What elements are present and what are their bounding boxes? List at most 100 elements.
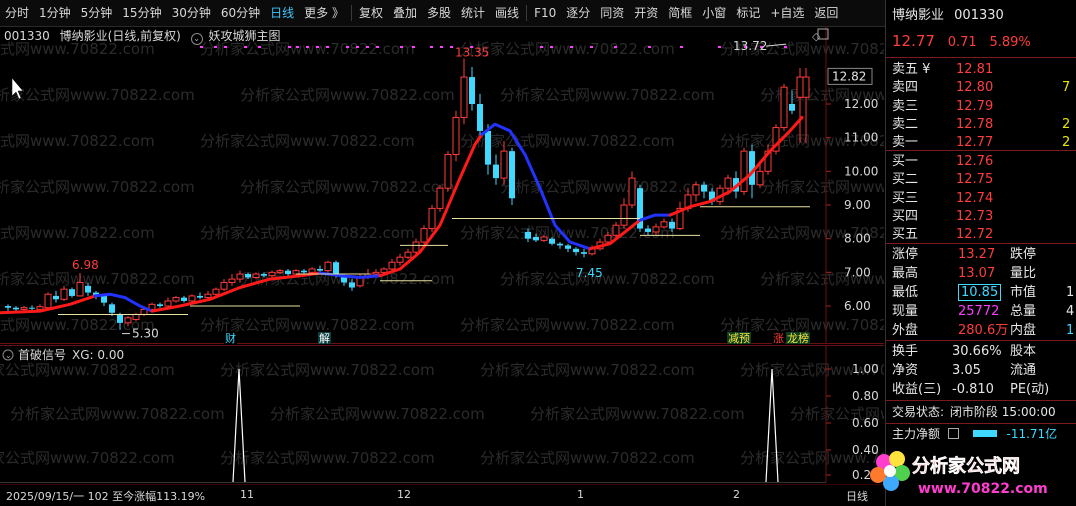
svg-text:分析家公式网www.70822.com: 分析家公式网www.70822.com (200, 224, 415, 242)
ask-label: 卖五 ¥ (892, 62, 931, 77)
price-tick: 9.00 (844, 198, 871, 212)
finance-row-2: 收益(三) -0.810 PE(动) (886, 380, 1076, 399)
watermark-main: 分析家公式网www.70822.com 分析家公式网www.70822.com 分析… (0, 40, 884, 334)
bid-label: 买四 (892, 208, 919, 224)
svg-text:分析家公式网www.70822.com: 分析家公式网www.70822.com (200, 40, 415, 58)
toolbar-item-2[interactable]: 5分钟 (76, 0, 118, 26)
svg-text:分析家公式网www.70822.com: 分析家公式网www.70822.com (0, 449, 175, 467)
toolbar-item-0[interactable]: 分时 (0, 0, 34, 26)
stat-value: 10.85 (958, 284, 1002, 301)
price-tick: 10.00 (844, 164, 878, 178)
svg-text:分析家公式网www.70822.com: 分析家公式网www.70822.com (240, 86, 455, 104)
event-tag-jie[interactable]: 解 (319, 331, 330, 344)
svg-text:分析家公式网www.70822.com: 分析家公式网www.70822.com (460, 316, 675, 334)
site-logo: 分析家公式网 www.70822.com (870, 451, 1048, 497)
event-tag-jianchi[interactable]: 减预 (728, 332, 750, 344)
month-1: 1 (577, 488, 584, 501)
toolbar-item-19[interactable]: 标记 (731, 0, 765, 26)
bid-row-5[interactable]: 买五 12.72 (886, 225, 1076, 244)
ask-label: 卖四 (892, 80, 919, 96)
toolbar-item-11[interactable]: 统计 (456, 0, 490, 26)
event-tag-zhang[interactable]: 涨 (773, 332, 784, 344)
toolbar-item-8[interactable]: 复权 (354, 0, 388, 26)
svg-text:分析家公式网www.70822.com: 分析家公式网www.70822.com (270, 405, 485, 423)
diamond-icon[interactable]: ◇ (812, 30, 821, 43)
time-axis-info: 2025/09/15/一 102 至今涨幅113.19% (6, 490, 206, 503)
toolbar-item-9[interactable]: 叠加 (388, 0, 422, 26)
svg-text:分析家公式网www.70822.com: 分析家公式网www.70822.com (760, 178, 884, 196)
subchart-title[interactable]: 首破信号 (18, 347, 66, 362)
bid-row-4[interactable]: 买四 12.73 (886, 207, 1076, 226)
list-icon[interactable] (947, 428, 959, 439)
price-tick: 8.00 (844, 232, 871, 246)
subchart-tick: 0.60 (852, 416, 879, 430)
event-tag-cai[interactable]: 财 (225, 331, 236, 344)
bid-label: 买五 (892, 227, 919, 243)
toolbar-item-7[interactable]: 更多 》 (299, 0, 349, 26)
toolbar-item-13[interactable]: F10 (529, 0, 561, 26)
svg-text:分析家公式网www.70822.com: 分析家公式网www.70822.com (500, 86, 715, 104)
price-change-pct: 5.89% (989, 35, 1031, 50)
bid-row-2[interactable]: 买二 12.75 (886, 170, 1076, 189)
bid-row-3[interactable]: 买三 12.74 (886, 189, 1076, 208)
annotation-low-5-30: 5.30 (132, 327, 159, 341)
ask-price: 12.80 (956, 80, 994, 96)
stat-row-2: 最低 10.85 市值 1 (886, 283, 1076, 302)
toolbar-item-14[interactable]: 逐分 (561, 0, 595, 26)
toolbar-item-16[interactable]: 开资 (629, 0, 663, 26)
svg-text:分析家公式网www.70822.com: 分析家公式网www.70822.com (460, 40, 675, 58)
stat-row-1: 最高 13.07 量比 (886, 264, 1076, 283)
toolbar-item-1[interactable]: 1分钟 (34, 0, 76, 26)
stat-label: 外盘 (892, 323, 919, 338)
finance-label: 净资 (892, 363, 919, 378)
bid-label: 买一 (892, 154, 919, 169)
stat-label: 最高 (892, 266, 919, 281)
toolbar-item-21[interactable]: 返回 (809, 0, 843, 26)
event-tag-longhubang[interactable]: 龙榜 (787, 331, 809, 344)
svg-text:分析家公式网www.70822.com: 分析家公式网www.70822.com (240, 178, 455, 196)
bid-price: 12.76 (956, 154, 994, 169)
bid-row-1[interactable]: 买一 12.76 (886, 152, 1076, 171)
toolbar-item-20[interactable]: +自选 (765, 0, 809, 26)
toolbar-item-4[interactable]: 30分钟 (167, 0, 216, 26)
svg-text:分析家公式网www.70822.com: 分析家公式网www.70822.com (480, 361, 695, 379)
toolbar-item-17[interactable]: 简框 (663, 0, 697, 26)
toolbar-item-12[interactable]: 画线 (490, 0, 524, 26)
ask-price: 12.78 (956, 116, 994, 132)
finance-label: PE(动) (1010, 382, 1050, 397)
main-kline-chart[interactable]: 分析家公式网www.70822.com 分析家公式网www.70822.com 分析… (0, 26, 884, 344)
svg-text:分析家公式网www.70822.com: 分析家公式网www.70822.com (0, 178, 195, 196)
toolbar-item-3[interactable]: 15分钟 (117, 0, 166, 26)
trade-status-value: 闭市阶段 15:00:00 (949, 405, 1056, 419)
ask-row-2[interactable]: 卖二 12.78 2 (886, 115, 1076, 134)
bid-price: 12.73 (956, 208, 994, 224)
svg-text:分析家公式网www.70822.com: 分析家公式网www.70822.com (10, 405, 225, 423)
finance-label: 收益(三) (892, 382, 942, 397)
toolbar-item-18[interactable]: 小窗 (697, 0, 731, 26)
stat-label: 市值 (1010, 285, 1037, 300)
bid-label: 买二 (892, 172, 919, 188)
annotation-high-6-98: 6.98 (72, 258, 99, 272)
svg-text:分析家公式网www.70822.com: 分析家公式网www.70822.com (0, 224, 155, 242)
toolbar-item-6[interactable]: 日线 (265, 0, 299, 26)
ask-row-5[interactable]: 卖五 ¥ 12.81 (886, 60, 1076, 79)
toolbar-item-10[interactable]: 多股 (422, 0, 456, 26)
stat-value: 1 (1066, 285, 1075, 300)
bid-price: 12.72 (956, 227, 994, 243)
toolbar-item-15[interactable]: 同资 (595, 0, 629, 26)
annotation-low-7-45: 7.45 (576, 266, 603, 280)
ask-row-3[interactable]: 卖三 12.79 (886, 97, 1076, 116)
toolbar-item-5[interactable]: 60分钟 (216, 0, 265, 26)
finance-label: 换手 (892, 344, 919, 359)
ask-row-4[interactable]: 卖四 12.80 7 (886, 78, 1076, 97)
finance-label: 股本 (1010, 344, 1037, 359)
svg-text:分析家公式网www.70822.com: 分析家公式网www.70822.com (200, 132, 415, 150)
subchart-value: XG: 0.00 (72, 348, 124, 362)
main-force-bar (972, 430, 997, 437)
quote-price-line: 12.77 0.71 5.89% (886, 32, 1076, 51)
signal-subchart[interactable]: 分析家公式网www.70822.com 分析家公式网www.70822.com 分析… (0, 345, 884, 483)
bid-price: 12.75 (956, 172, 994, 188)
svg-text:分析家公式网www.70822.com: 分析家公式网www.70822.com (500, 178, 715, 196)
finance-row-1: 净资 3.05 流通 (886, 361, 1076, 380)
logo-brand: 分析家公式网 (912, 455, 1020, 477)
